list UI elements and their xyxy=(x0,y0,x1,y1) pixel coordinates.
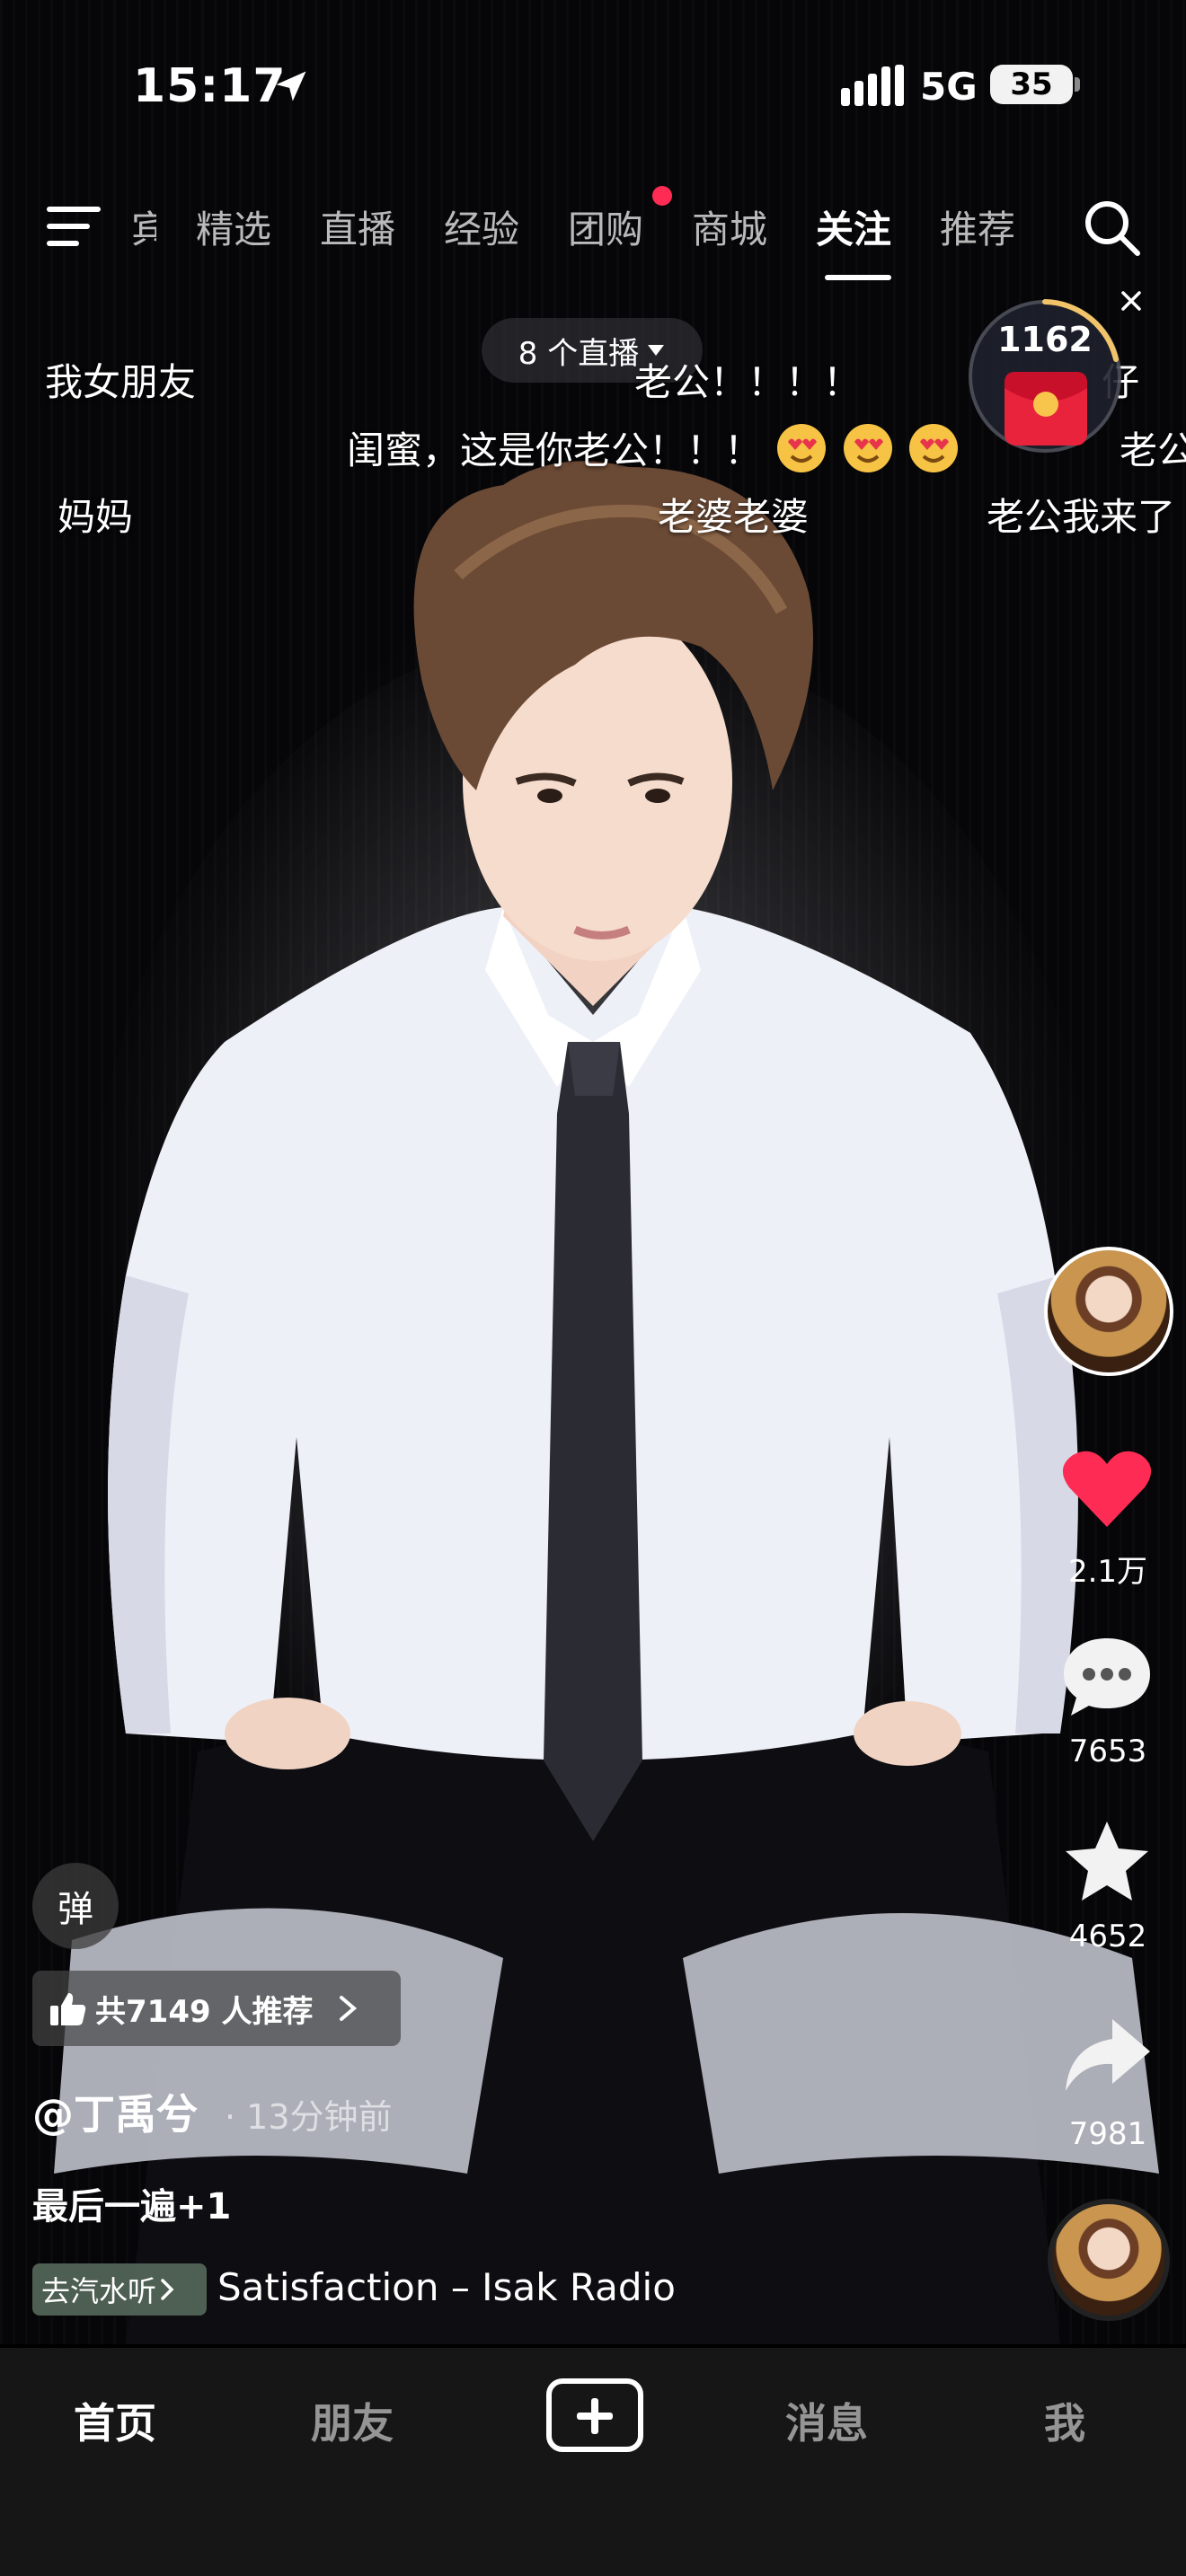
plus-icon xyxy=(577,2398,613,2434)
danmaku-comment: 老公我来了 xyxy=(987,495,1176,539)
menu-icon[interactable] xyxy=(47,203,104,250)
comment-count: 7653 xyxy=(1068,1734,1147,1769)
tab-group-buy[interactable]: 团购 xyxy=(568,199,643,254)
danmaku-text: 闺蜜，这是你老公！！！ xyxy=(347,428,763,472)
post-time: · 13分钟前 xyxy=(225,2097,393,2137)
red-packet-icon[interactable] xyxy=(999,363,1093,449)
danmaku-comment: 老公！！！！ xyxy=(634,360,862,404)
music-title[interactable]: Satisfaction – Isak Radio xyxy=(217,2265,685,2309)
tab-live[interactable]: 直播 xyxy=(320,199,395,254)
active-tab-indicator xyxy=(825,275,891,280)
danmaku-comment: 我女朋友 xyxy=(45,360,197,404)
status-time: 15:17 xyxy=(133,59,287,113)
danmaku-toggle-label: 弹 xyxy=(58,1889,93,1930)
author-avatar[interactable] xyxy=(1044,1247,1173,1376)
tab-featured[interactable]: 精选 xyxy=(196,199,271,254)
heart-eyes-emoji-icon xyxy=(909,424,959,472)
listen-in-qishui-button[interactable]: 去汽水听 xyxy=(32,2263,207,2316)
danmaku-comment: 老婆老婆 xyxy=(658,495,810,539)
location-arrow-icon xyxy=(276,71,306,101)
share-icon[interactable] xyxy=(1060,2012,1154,2098)
battery-level: 35 xyxy=(990,65,1073,104)
danmaku-comment: 老公 xyxy=(1120,428,1186,472)
chevron-right-icon xyxy=(161,2279,174,2300)
favorite-count: 4652 xyxy=(1068,1919,1147,1954)
heart-eyes-emoji-icon xyxy=(843,424,892,472)
recommend-count-text: 共7149 人推荐 xyxy=(95,1993,314,2030)
heart-icon[interactable] xyxy=(1060,1446,1154,1532)
thumbs-up-icon xyxy=(50,1993,86,2025)
like-count: 2.1万 xyxy=(1067,1554,1148,1590)
danmaku-toggle-button[interactable]: 弹 xyxy=(32,1863,119,1949)
live-count-label: 8 个直播 xyxy=(518,335,640,372)
tab-following[interactable]: 关注 xyxy=(816,199,891,254)
comment-icon[interactable] xyxy=(1060,1633,1154,1719)
video-caption: 最后一遍+1 xyxy=(32,2186,232,2228)
tab-partial[interactable]: 宾 xyxy=(131,199,156,254)
notification-dot xyxy=(652,186,672,206)
top-tabs: 宾 精选 直播 经验 团购 商城 关注 推荐 xyxy=(0,180,1186,280)
battery-tip-icon xyxy=(1075,77,1080,92)
nav-me[interactable]: 我 xyxy=(1044,2391,1085,2450)
nav-home[interactable]: 首页 xyxy=(74,2391,156,2450)
nav-friends[interactable]: 朋友 xyxy=(311,2391,394,2450)
danmaku-comment: 闺蜜，这是你老公！！！ xyxy=(347,420,960,475)
signal-icon xyxy=(841,65,904,106)
tab-recommend[interactable]: 推荐 xyxy=(940,199,1015,254)
danmaku-comment: 妈妈 xyxy=(58,495,134,539)
tab-experience[interactable]: 经验 xyxy=(444,199,519,254)
bottom-nav: 首页 朋友 消息 我 xyxy=(0,2348,1186,2576)
status-bar: 15:17 5G 35 xyxy=(0,0,1186,171)
star-icon[interactable] xyxy=(1060,1818,1154,1904)
coin-count: 1162 xyxy=(997,320,1093,359)
music-disc-avatar[interactable] xyxy=(1048,2199,1170,2321)
create-post-button[interactable] xyxy=(546,2378,643,2452)
search-icon[interactable] xyxy=(1082,198,1141,257)
nav-messages[interactable]: 消息 xyxy=(785,2391,868,2450)
music-chip-label: 去汽水听 xyxy=(41,2274,157,2308)
chevron-right-icon xyxy=(340,1996,358,2021)
tab-mall[interactable]: 商城 xyxy=(692,199,767,254)
recommend-chip[interactable]: 共7149 人推荐 xyxy=(32,1971,401,2046)
network-type: 5G xyxy=(920,65,978,109)
heart-eyes-emoji-icon xyxy=(777,424,827,472)
author-name[interactable]: @丁禹兮 xyxy=(32,2082,198,2141)
close-icon[interactable] xyxy=(1120,289,1143,313)
share-count: 7981 xyxy=(1068,2116,1147,2152)
